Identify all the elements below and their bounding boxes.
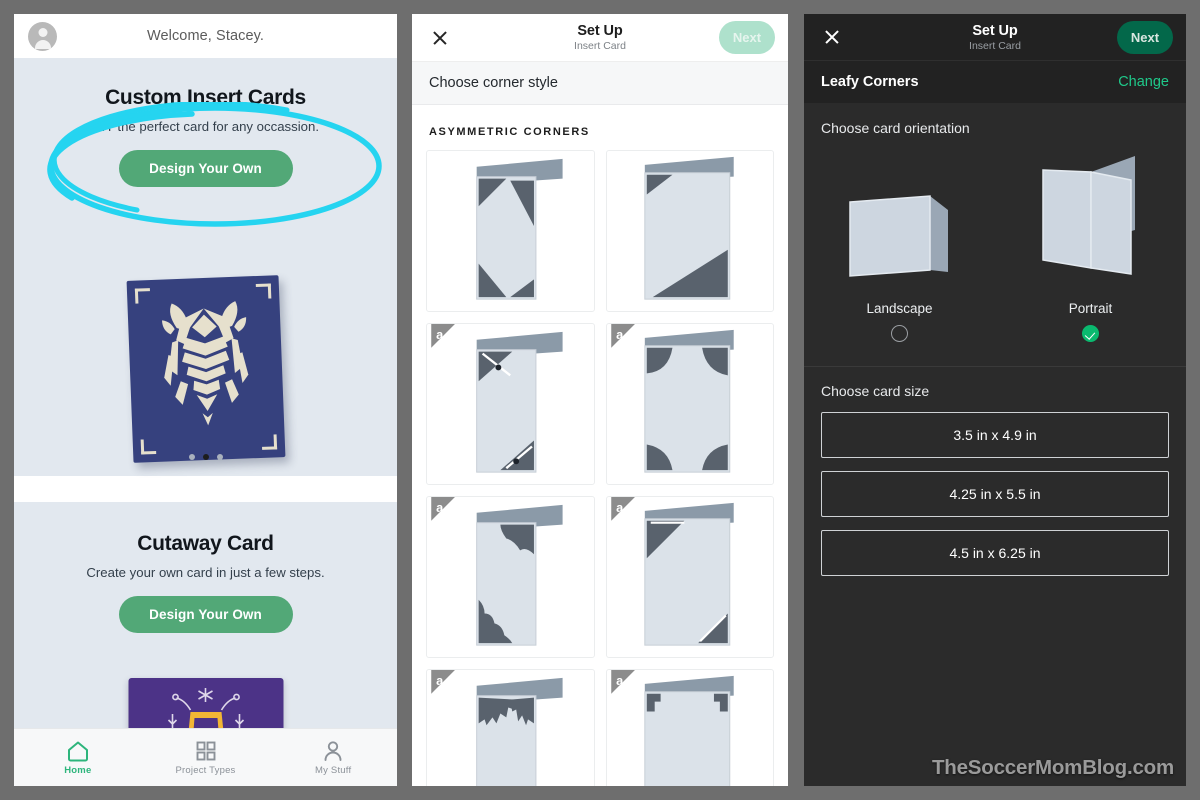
corner-style-grid: a a a a a a — [412, 150, 788, 786]
carousel-dot[interactable] — [188, 454, 195, 460]
section2-subtitle: Create your own card in just a few steps… — [86, 565, 325, 580]
svg-text:a: a — [436, 500, 444, 515]
corner-next-button[interactable]: Next — [719, 21, 775, 54]
choose-size-label: Choose card size — [821, 383, 930, 399]
hero-design-your-own-button[interactable]: Design Your Own — [118, 150, 293, 187]
landscape-card-icon — [848, 195, 948, 277]
size-option-button[interactable]: 4.25 in x 5.5 in — [821, 471, 1169, 517]
person-icon — [324, 740, 342, 761]
hero-title: Custom Insert Cards — [105, 86, 306, 109]
bison-card-wrapper — [14, 275, 397, 463]
corner-style-card[interactable]: a — [605, 323, 774, 485]
bison-head-papercut-card — [126, 275, 285, 463]
home-icon — [67, 741, 88, 761]
home-screen-panel: Welcome, Stacey. Custom Insert Cards DIY… — [14, 14, 397, 786]
corner-style-panel: Set Up Insert Card Next Choose corner st… — [412, 14, 788, 786]
user-avatar-icon[interactable] — [28, 21, 57, 51]
selected-style-name: Leafy Corners — [821, 74, 919, 90]
carousel-dots[interactable] — [14, 454, 397, 460]
card-thumb-torn-step: a — [431, 497, 563, 646]
bison-illustration — [161, 301, 248, 426]
portrait-label: Portrait — [1068, 301, 1113, 316]
corner-style-card[interactable]: a — [426, 496, 595, 658]
asymmetric-corners-group-label: ASYMMETRIC CORNERS — [429, 126, 590, 138]
setup-next-button[interactable]: Next — [1117, 20, 1173, 54]
corner-style-card[interactable] — [605, 150, 774, 312]
welcome-text: Welcome, Stacey. — [146, 28, 265, 44]
tab-my-stuff-label: My Stuff — [315, 764, 352, 776]
hero-carousel-slide: Custom Insert Cards DIY the perfect card… — [14, 58, 397, 476]
tab-project-types-label: Project Types — [175, 764, 236, 776]
grid-squares-icon — [196, 741, 215, 760]
card-thumb-wedge-diagonal — [643, 156, 734, 300]
carousel-dot-active[interactable] — [202, 454, 209, 460]
corner-style-card[interactable]: a — [605, 669, 774, 786]
carousel-dot[interactable] — [216, 454, 223, 460]
choose-orientation-label: Choose card orientation — [821, 120, 970, 136]
portrait-radio-selected[interactable] — [1082, 325, 1099, 342]
size-option-button[interactable]: 4.5 in x 6.25 in — [821, 530, 1169, 576]
svg-text:a: a — [436, 673, 444, 688]
svg-text:a: a — [616, 673, 624, 688]
card-thumb-folded-triangle: a — [610, 497, 734, 646]
hero-subtitle: DIY the perfect card for any occassion. — [92, 119, 319, 134]
cutaway-card-section: Cutaway Card Create your own card in jus… — [14, 502, 397, 774]
svg-text:a: a — [616, 327, 624, 342]
corner-style-card[interactable]: a — [426, 669, 595, 786]
section2-design-your-own-button[interactable]: Design Your Own — [118, 596, 293, 633]
card-thumb-triangles-four — [476, 158, 563, 300]
card-orientation-section: Choose card orientation Landscape Portra… — [804, 103, 1186, 367]
card-thumb-slashed-arrow: a — [431, 324, 563, 473]
landscape-label: Landscape — [866, 301, 933, 316]
selected-style-bar: Leafy Corners Change — [804, 60, 1186, 103]
corner-style-card[interactable]: a — [426, 323, 595, 485]
choose-corner-style-bar: Choose corner style — [412, 62, 788, 105]
setup-screen-header: Set Up Insert Card Next — [804, 14, 1186, 60]
card-size-section: Choose card size 3.5 in x 4.9 in 4.25 in… — [804, 367, 1186, 576]
tab-home[interactable]: Home — [14, 740, 142, 776]
portrait-card-art — [995, 144, 1186, 294]
card-thumb-notch-square: a — [610, 670, 734, 786]
size-option-button[interactable]: 3.5 in x 4.9 in — [821, 412, 1169, 458]
landscape-card-art — [804, 144, 995, 294]
portrait-card-icon — [1041, 156, 1135, 275]
setup-screen-panel: Set Up Insert Card Next Leafy Corners Ch… — [804, 14, 1186, 786]
card-thumb-rounded-leaf: a — [610, 324, 734, 473]
close-icon[interactable] — [813, 18, 851, 56]
tab-home-label: Home — [64, 764, 92, 776]
corner-style-card[interactable] — [426, 150, 595, 312]
bottom-tab-bar: Home Project Types My Stuff — [14, 728, 397, 786]
tab-my-stuff[interactable]: My Stuff — [269, 740, 397, 776]
home-topbar: Welcome, Stacey. — [14, 14, 397, 58]
close-icon[interactable] — [421, 19, 459, 57]
svg-text:a: a — [616, 500, 624, 515]
orientation-options-row: Landscape Portrait — [804, 144, 1186, 342]
tab-project-types[interactable]: Project Types — [142, 740, 270, 776]
landscape-radio[interactable] — [891, 325, 908, 342]
orientation-option-portrait[interactable]: Portrait — [995, 144, 1186, 342]
orientation-option-landscape[interactable]: Landscape — [804, 144, 995, 342]
site-watermark: TheSoccerMomBlog.com — [931, 756, 1174, 779]
change-style-link[interactable]: Change — [1118, 74, 1169, 90]
corner-screen-header: Set Up Insert Card Next — [412, 14, 788, 62]
section2-title: Cutaway Card — [137, 532, 274, 555]
card-thumb-jagged-crown: a — [431, 670, 563, 786]
corner-style-card[interactable]: a — [605, 496, 774, 658]
section-divider — [14, 476, 397, 502]
choose-corner-style-label: Choose corner style — [429, 75, 558, 91]
screenshot-stage: Welcome, Stacey. Custom Insert Cards DIY… — [0, 0, 1200, 800]
svg-text:a: a — [436, 327, 444, 342]
